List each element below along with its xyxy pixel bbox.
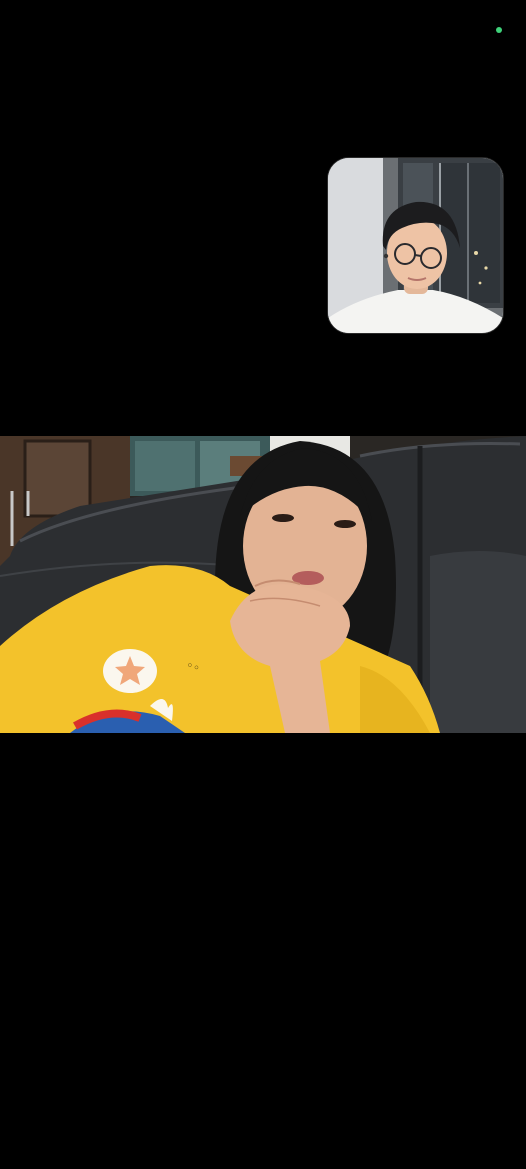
self-camera-preview[interactable] — [327, 157, 504, 334]
remote-video-feed[interactable]: ◦◦ — [0, 436, 526, 733]
video-call-screen: ◦◦ — [0, 0, 526, 1169]
self-preview-image — [328, 158, 503, 333]
camera-active-indicator — [496, 27, 502, 33]
remote-video-image: ◦◦ — [0, 436, 526, 733]
